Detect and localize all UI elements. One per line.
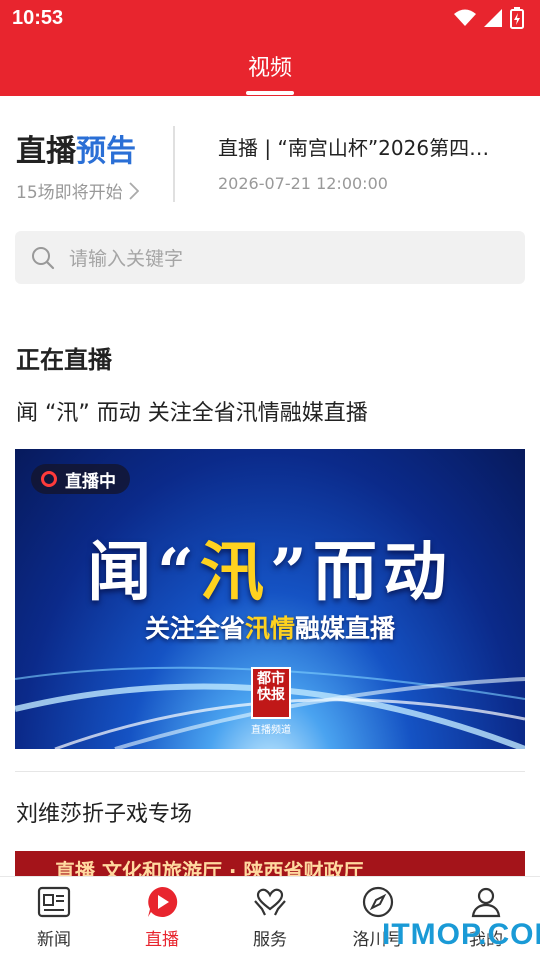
banner-headline: 闻“汛”而动 <box>15 521 525 613</box>
preview-title-main: 直播 <box>16 134 76 169</box>
service-heart-icon <box>254 888 286 916</box>
brand-logo-caption: 直播频道 <box>251 725 291 736</box>
preview-count-link[interactable]: 15场即将开始 <box>16 178 139 203</box>
top-header: 视频 <box>0 36 540 96</box>
preview-item-time: 2026-07-21 12:00:00 <box>218 174 388 193</box>
list-divider <box>15 771 525 772</box>
live-badge-label: 直播中 <box>65 471 116 492</box>
chevron-right-icon <box>129 181 139 200</box>
live-preview-title: 直播预告 <box>16 126 136 170</box>
live-dot-icon <box>41 471 57 487</box>
banner-headline-c: ”而动 <box>270 535 453 610</box>
status-time: 10:53 <box>12 6 64 29</box>
watermark: ITMOP.COM <box>382 918 540 951</box>
brand-logo: 都市快报 <box>251 667 291 719</box>
news-icon <box>37 886 71 918</box>
battery-icon <box>510 7 524 29</box>
live-item-title-2[interactable]: 刘维莎折子戏专场 <box>16 796 192 828</box>
profile-icon <box>471 887 501 918</box>
preview-item-title[interactable]: 直播 | “南宫山杯”2026第四… <box>218 132 518 161</box>
banner-headline-a: 闻“ <box>87 535 200 610</box>
live-item-title[interactable]: 闻 “汛” 而动 关注全省汛情融媒直播 <box>16 395 368 427</box>
nav-item-service[interactable]: 服务 <box>216 877 324 961</box>
nav-label-service: 服务 <box>253 930 287 950</box>
banner-sub-a: 关注全省 <box>144 614 245 643</box>
nav-label-news: 新闻 <box>37 930 71 950</box>
signal-icon <box>484 9 502 27</box>
status-bar: 10:53 <box>0 0 540 36</box>
compass-icon <box>362 886 394 918</box>
section-title-live-now: 正在直播 <box>16 346 112 374</box>
wifi-icon <box>454 9 476 26</box>
banner-sub-c: 融媒直播 <box>295 614 396 643</box>
live-preview-card[interactable]: 直播预告 15场即将开始 直播 | “南宫山杯”2026第四… 2026-07-… <box>0 96 540 216</box>
banner-sub-b: 汛情 <box>244 614 295 643</box>
tab-indicator <box>246 91 294 95</box>
nav-item-news[interactable]: 新闻 <box>0 877 108 961</box>
search-input[interactable]: 请输入关键字 <box>15 231 525 284</box>
search-placeholder: 请输入关键字 <box>69 248 184 270</box>
preview-title-accent: 预告 <box>76 134 136 169</box>
status-icons <box>454 7 524 29</box>
banner-subtitle: 关注全省汛情融媒直播 <box>15 609 525 645</box>
preview-divider <box>173 126 175 202</box>
nav-label-live: 直播 <box>145 930 179 950</box>
tab-video[interactable]: 视频 <box>0 50 540 82</box>
live-play-icon <box>148 886 178 917</box>
preview-count-text: 15场即将开始 <box>16 183 123 203</box>
live-badge: 直播中 <box>31 464 130 494</box>
nav-item-live[interactable]: 直播 <box>108 877 216 961</box>
live-item-banner[interactable]: 直播中 闻“汛”而动 关注全省汛情融媒直播 都市快报 直播频道 <box>15 449 525 749</box>
search-icon <box>32 246 55 269</box>
banner-headline-b: 汛 <box>200 535 270 610</box>
